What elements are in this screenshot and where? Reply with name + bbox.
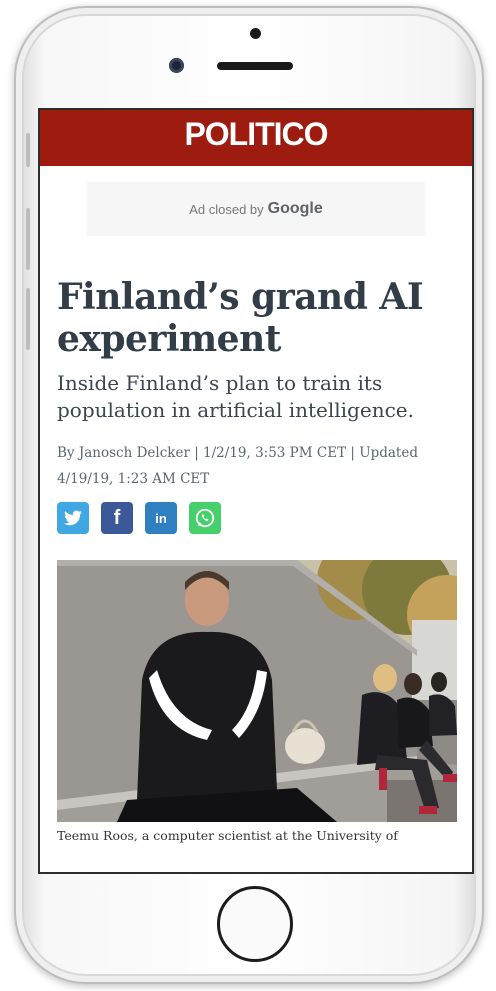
volume-up-button (26, 208, 30, 270)
twitter-icon (64, 510, 82, 526)
site-header: POLITICO (40, 110, 472, 166)
whatsapp-icon (195, 508, 215, 528)
twitter-share-button[interactable] (57, 502, 89, 534)
proximity-sensor (250, 28, 261, 39)
politico-logo[interactable]: POLITICO (184, 116, 328, 153)
earpiece-speaker (217, 62, 293, 70)
article-byline: By Janosch Delcker | 1/2/19, 3:53 PM CET… (57, 445, 418, 487)
volume-down-button (26, 288, 30, 350)
article-photo (57, 560, 457, 822)
whatsapp-share-button[interactable] (189, 502, 221, 534)
facebook-icon: f (113, 506, 121, 529)
article-headline: Finland’s grand AI experiment (57, 276, 424, 360)
article-subhead: Inside Finland’s plan to train its popul… (57, 371, 414, 422)
linkedin-icon: in (155, 510, 167, 526)
ad-closed-text: Ad closed by (189, 201, 264, 217)
share-buttons: f in (57, 502, 472, 534)
front-camera (169, 58, 184, 73)
google-wordmark: Google (267, 200, 323, 217)
photo-illustration (57, 560, 457, 822)
mute-switch (26, 133, 30, 167)
ad-closed-banner: Ad closed by Google (87, 182, 425, 236)
facebook-share-button[interactable]: f (101, 502, 133, 534)
home-button[interactable] (217, 886, 293, 962)
photo-caption: Teemu Roos, a computer scientist at the … (57, 828, 398, 843)
linkedin-share-button[interactable]: in (145, 502, 177, 534)
phone-screen: POLITICO Ad closed by Google Finland’s g… (38, 108, 474, 874)
